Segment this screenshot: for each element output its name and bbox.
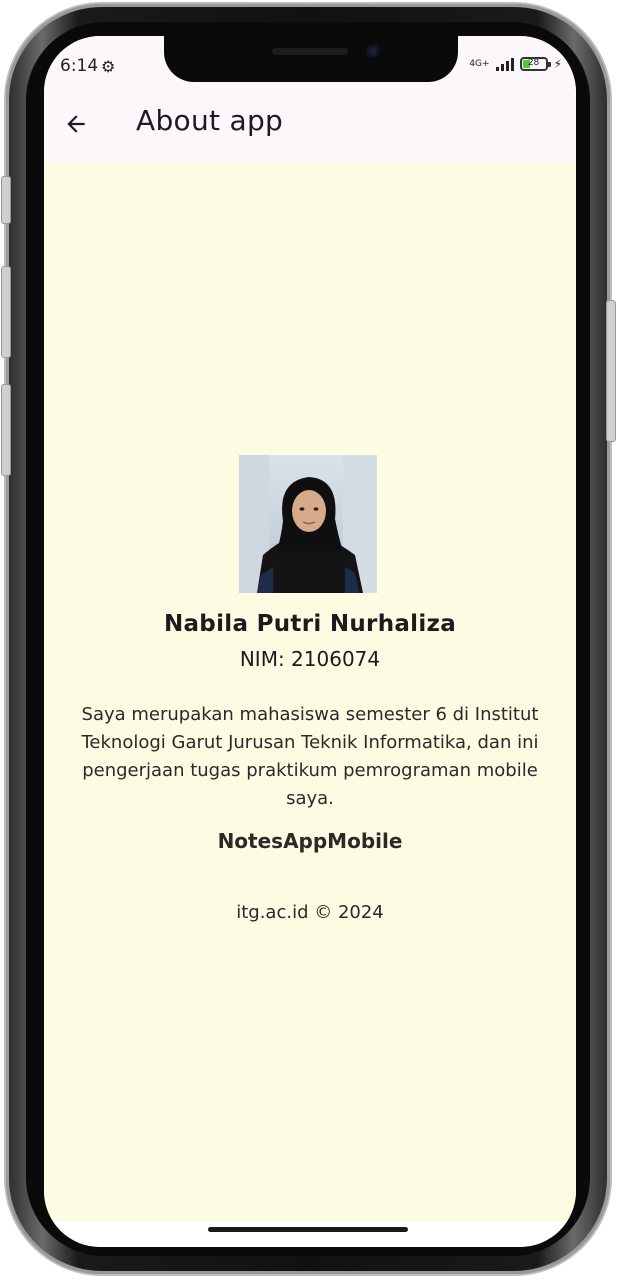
mute-switch: [1, 176, 11, 224]
profile-name: Nabila Putri Nurhaliza: [163, 611, 457, 637]
navigation-bar: [44, 1221, 576, 1247]
screen: 6:14 ⚙ 4G+ 28 ⚡ About app Nabila Putri N…: [44, 36, 576, 1247]
app-bar: About app: [44, 94, 576, 162]
app-name: NotesAppMobile: [217, 829, 403, 853]
arrow-left-icon: [67, 115, 85, 133]
copyright-text: itg.ac.id © 2024: [236, 902, 384, 923]
volume-down-button: [1, 384, 11, 476]
front-camera: [366, 44, 380, 58]
notch: [164, 36, 458, 82]
power-button: [606, 300, 616, 442]
status-icons: 4G+ 28 ⚡: [469, 57, 562, 71]
profile-nim: NIM: 2106074: [239, 647, 381, 671]
charging-bolt-icon: ⚡: [553, 57, 562, 71]
earpiece-speaker: [272, 48, 348, 55]
profile-description: Saya merupakan mahasiswa semester 6 di I…: [81, 704, 539, 809]
back-button[interactable]: [56, 104, 96, 144]
status-bar: 6:14 ⚙ 4G+ 28 ⚡: [44, 36, 576, 94]
page-title: About app: [136, 104, 284, 137]
volume-up-button: [1, 266, 11, 358]
profile-photo: [239, 455, 377, 593]
network-type: 4G+: [469, 58, 490, 69]
battery-icon: 28: [519, 57, 551, 71]
settings-gear-icon: ⚙: [101, 57, 116, 76]
battery-level: 28: [527, 58, 540, 68]
status-time: 6:14: [60, 56, 99, 76]
about-content: Nabila Putri Nurhaliza NIM: 2106074 Saya…: [44, 162, 576, 1221]
home-indicator[interactable]: [208, 1227, 408, 1232]
signal-icon: [495, 57, 514, 71]
